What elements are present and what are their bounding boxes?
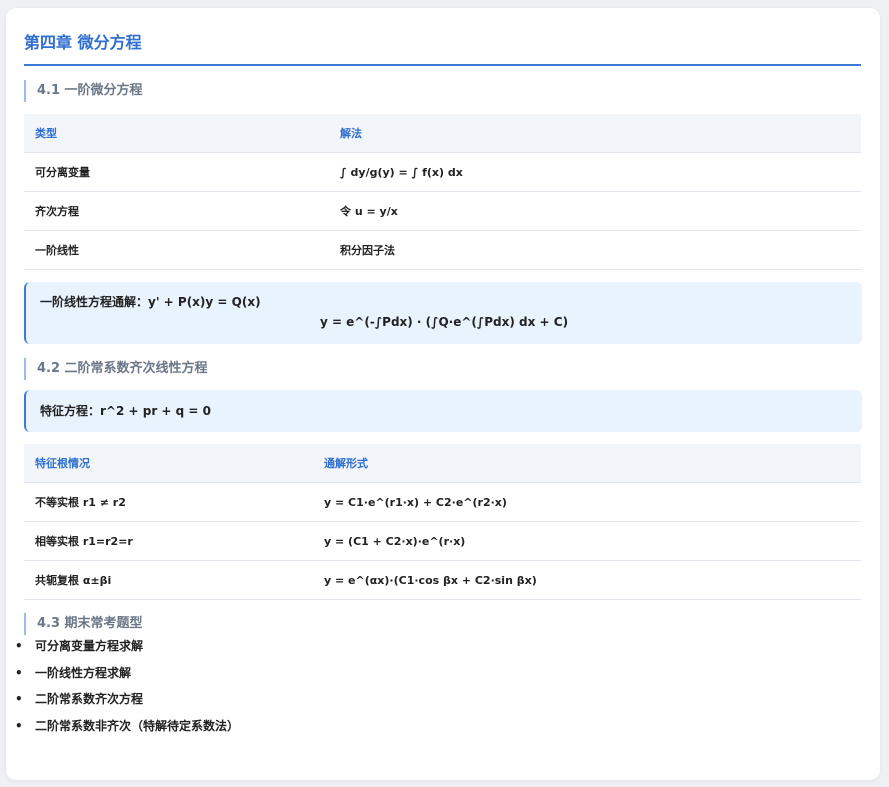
table-cell: y = (C1 + C2·x)·e^(r·x): [313, 521, 861, 561]
table-cell: 不等实根 r1 ≠ r2: [24, 482, 313, 522]
column-header-solution-form: 通解形式: [313, 444, 861, 483]
list-item: • 一阶线性方程求解: [0, 665, 239, 692]
second-order-solutions-table: 特征根情况 通解形式 不等实根 r1 ≠ r2 y = C1·e^(r1·x) …: [24, 444, 861, 600]
table-cell: 齐次方程: [24, 191, 329, 231]
note-solution-line: y = e^(-∫Pdx) · (∫Q·e^(∫Pdx) dx + C): [319, 315, 569, 329]
first-order-methods-table: 类型 解法 可分离变量 ∫ dy/g(y) = ∫ f(x) dx 齐次方程 令…: [24, 114, 861, 270]
list-item: • 可分离变量方程求解: [0, 638, 239, 665]
table-cell: ∫ dy/g(y) = ∫ f(x) dx: [329, 152, 861, 192]
section-heading-4-1: 4.1 一阶微分方程: [24, 80, 143, 102]
bullet-icon: •: [15, 718, 23, 733]
column-header-method: 解法: [329, 114, 861, 153]
section-heading-4-2: 4.2 二阶常系数齐次线性方程: [24, 358, 208, 380]
table-cell: 共轭复根 α±βi: [24, 560, 313, 600]
list-item-text: 二阶常系数非齐次（特解待定系数法）: [35, 718, 240, 733]
list-item-text: 一阶线性方程求解: [35, 665, 132, 680]
table-cell: 可分离变量: [24, 152, 329, 192]
bullet-icon: •: [15, 692, 23, 706]
column-header-type: 类型: [24, 114, 329, 153]
exam-topics-list: • 可分离变量方程求解 • 一阶线性方程求解 • 二阶常系数齐次方程 • 二阶常…: [0, 638, 239, 744]
note-formula-line: 特征方程：r^2 + pr + q = 0: [40, 404, 212, 418]
list-item-text: 可分离变量方程求解: [35, 639, 144, 653]
table-row: 一阶线性 积分因子法: [24, 230, 861, 270]
table-row: 不等实根 r1 ≠ r2 y = C1·e^(r1·x) + C2·e^(r2·…: [24, 482, 861, 522]
bullet-icon: •: [15, 665, 23, 680]
note-formula-line: 一阶线性方程通解：y' + P(x)y = Q(x): [40, 295, 261, 309]
table-cell: y = e^(αx)·(C1·cos βx + C2·sin βx): [313, 560, 861, 600]
table-row: 相等实根 r1=r2=r y = (C1 + C2·x)·e^(r·x): [24, 521, 861, 561]
table-cell: 相等实根 r1=r2=r: [24, 521, 313, 561]
table-cell: y = C1·e^(r1·x) + C2·e^(r2·x): [313, 482, 861, 522]
list-item: • 二阶常系数非齐次（特解待定系数法）: [0, 718, 239, 745]
table-cell: 令 u = y/x: [329, 191, 861, 231]
table-row: 齐次方程 令 u = y/x: [24, 191, 861, 231]
table-row: 可分离变量 ∫ dy/g(y) = ∫ f(x) dx: [24, 152, 861, 192]
linear-general-solution-note: 一阶线性方程通解：y' + P(x)y = Q(x) y = e^(-∫Pdx)…: [24, 282, 862, 344]
table-header-row: 类型 解法: [24, 114, 861, 153]
chapter-title: 第四章 微分方程: [24, 30, 861, 66]
list-item-text: 二阶常系数齐次方程: [35, 692, 144, 706]
table-cell: 一阶线性: [24, 230, 329, 270]
section-heading-4-3: 4.3 期末常考题型: [24, 613, 143, 635]
list-item: • 二阶常系数齐次方程: [0, 691, 239, 718]
table-cell: 积分因子法: [329, 230, 861, 270]
table-header-row: 特征根情况 通解形式: [24, 444, 861, 483]
table-row: 共轭复根 α±βi y = e^(αx)·(C1·cos βx + C2·sin…: [24, 560, 861, 600]
column-header-root-case: 特征根情况: [24, 444, 313, 483]
bullet-icon: •: [15, 639, 23, 653]
characteristic-equation-note: 特征方程：r^2 + pr + q = 0: [24, 390, 862, 432]
